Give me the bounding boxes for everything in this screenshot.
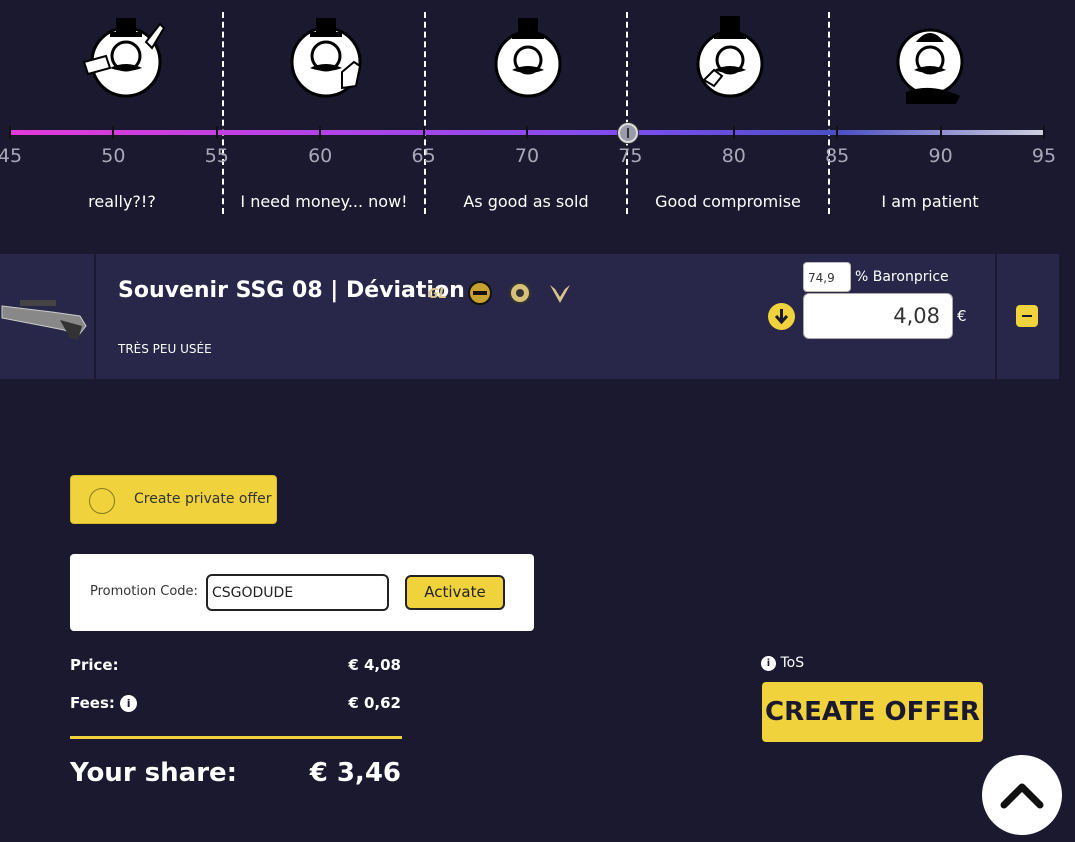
slider-tick [215,126,218,139]
tos-label: ToS [780,655,805,671]
currency-symbol: € [957,307,967,325]
category-patient: I am patient [881,192,979,211]
tos-link[interactable]: i ToS [761,655,804,671]
slider-tick [1043,126,1045,139]
slider-tick-label: 65 [411,145,436,167]
price-input[interactable]: 4,08 [803,293,953,339]
slider-tick-label: 60 [308,145,333,167]
divider [626,12,628,214]
price-slider-handle[interactable] [618,123,638,143]
divider [828,12,830,214]
baron-thumbsup-mascot-icon [290,18,362,98]
slider-tick [112,126,115,139]
slider-tick-label: 70 [514,145,540,167]
private-offer-radio[interactable] [89,488,115,514]
gamers2-sticker-icon: GL [428,287,447,302]
slider-tick-label: 85 [825,145,850,167]
slider-tick [526,126,528,139]
promotion-label: Promotion Code: [90,584,198,599]
slider-tick [732,126,735,139]
slider-tick-label: 90 [928,145,953,167]
create-offer-button[interactable]: CREATE OFFER [762,682,983,742]
vitality-sticker-icon [550,285,570,303]
price-label: Price: [70,656,119,674]
fees-label: Fees: [70,694,115,712]
slider-tick [319,126,322,139]
fees-row: Fees: i [70,694,138,712]
slider-tick-label: 80 [721,145,746,167]
slider-tick [939,126,942,139]
category-need-money: I need money... now! [240,192,408,211]
item-name: Souvenir SSG 08 | Déviation [118,278,465,303]
item-thumbnail [0,254,96,379]
remove-item-button[interactable] [1016,305,1038,327]
rifle-icon [1,300,87,340]
info-icon: i [761,655,776,671]
category-compromise: Good compromise [655,192,801,211]
chevron-up-icon [1000,783,1044,809]
slider-tick-label: 50 [101,145,126,167]
svg-text:GL: GL [428,287,447,302]
slider-tick-label: 75 [618,145,643,167]
baron-money-mascot-icon [82,18,166,98]
promotion-code-input[interactable]: CSGODUDE [206,574,389,611]
category-really: really?!? [88,192,156,211]
baron-patient-mascot-icon [896,28,964,104]
percent-input[interactable]: 74,9 [803,262,851,292]
slider-tick-label: 95 [1031,145,1057,167]
slider-tick-label: 55 [204,145,229,167]
share-value: € 3,46 [309,758,401,788]
baron-neutral-mascot-icon [494,18,562,98]
slider-tick [422,126,425,139]
private-offer-toggle[interactable]: Create private offer [70,475,277,524]
lower-price-button[interactable] [768,303,795,330]
baron-thinking-mascot-icon [696,16,764,98]
share-label: Your share: [70,758,238,788]
activate-button[interactable]: Activate [405,575,505,610]
fees-info-icon[interactable]: i [120,695,138,712]
cologne-sticker-icon [468,281,492,305]
divider [222,12,224,214]
slider-tick [9,126,11,139]
percent-label: % Baronprice [855,269,949,285]
promotion-box: Promotion Code: CSGODUDE Activate [70,554,534,631]
slider-tick [836,126,839,139]
fees-value: € 0,62 [348,694,401,712]
arrow-down-icon [774,309,789,325]
divider [424,12,426,214]
summary-divider [70,736,402,739]
private-offer-label: Create private offer [134,491,272,507]
item-wear: TRÈS PEU USÉE [118,342,212,356]
category-good-as-sold: As good as sold [463,192,589,211]
dreamhack-sticker-icon [509,282,531,304]
slider-tick-label: 45 [0,145,23,167]
price-value: € 4,08 [348,656,401,674]
scroll-to-top-button[interactable] [982,755,1062,835]
